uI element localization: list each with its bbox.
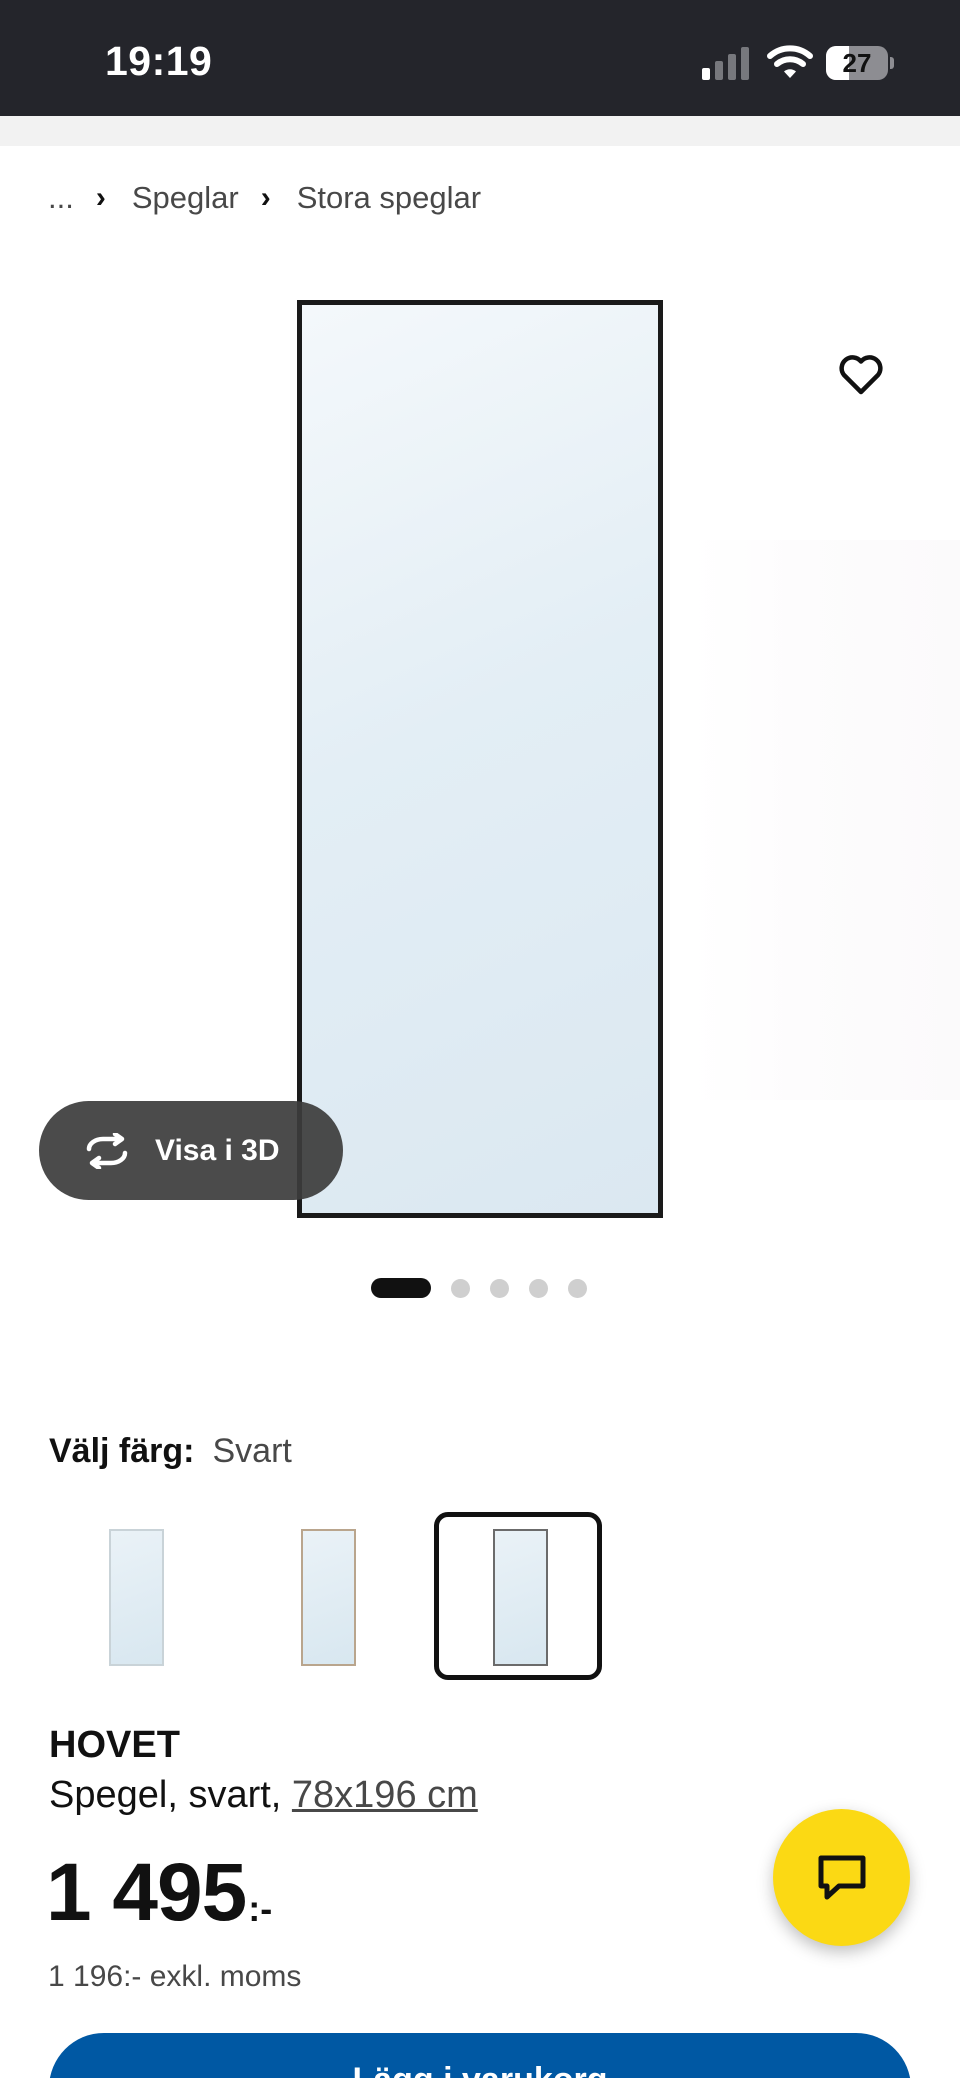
status-bar: 19:19 27 — [0, 0, 960, 116]
breadcrumb-item-speglar[interactable]: Speglar — [132, 180, 239, 216]
chat-bubble-icon — [818, 1855, 865, 1899]
breadcrumb: ... › Speglar › Stora speglar — [48, 176, 481, 220]
carousel-dot-active[interactable] — [371, 1278, 431, 1298]
breadcrumb-item-stora-speglar[interactable]: Stora speglar — [297, 180, 481, 216]
swatch-image — [109, 1529, 164, 1666]
heart-icon — [839, 355, 883, 395]
color-swatch-brown[interactable] — [242, 1512, 410, 1680]
view-3d-button[interactable]: Visa i 3D — [39, 1101, 343, 1200]
add-to-cart-button[interactable]: Lägg i varukorg — [49, 2033, 911, 2078]
swatch-image — [301, 1529, 356, 1666]
product-price: 1 495 :- — [46, 1852, 272, 1934]
cellular-signal-icon — [702, 46, 750, 80]
selected-color-value: Svart — [212, 1432, 292, 1470]
status-time: 19:19 — [105, 38, 213, 84]
color-swatch-white[interactable] — [50, 1512, 218, 1680]
breadcrumb-ellipsis[interactable]: ... — [48, 180, 74, 216]
carousel-dot[interactable] — [490, 1278, 509, 1298]
view-3d-label: Visa i 3D — [155, 1133, 280, 1167]
product-type: Spegel, svart, — [49, 1774, 292, 1816]
carousel-dot[interactable] — [568, 1278, 587, 1298]
chevron-right-icon: › — [260, 181, 271, 214]
battery-icon: 27 — [826, 46, 894, 80]
color-swatch-black[interactable] — [434, 1512, 602, 1680]
product-size-link[interactable]: 78x196 cm — [292, 1774, 478, 1816]
product-description: Spegel, svart, 78x196 cm — [49, 1774, 478, 1817]
price-amount: 1 495 — [46, 1847, 247, 1938]
header-strip — [0, 116, 960, 146]
product-image[interactable] — [297, 300, 663, 1218]
color-label-key: Välj färg: — [49, 1432, 195, 1470]
carousel-indicator — [371, 1278, 587, 1298]
battery-level: 27 — [842, 48, 872, 78]
color-selector-label: Välj färg: Svart — [49, 1432, 292, 1471]
carousel-dot[interactable] — [529, 1278, 548, 1298]
rotate-3d-icon — [86, 1132, 128, 1169]
chat-button[interactable] — [773, 1809, 910, 1946]
product-image-shadow — [690, 540, 960, 1100]
price-suffix: :- — [248, 1888, 273, 1929]
product-name: HOVET — [49, 1724, 180, 1766]
price-excl-vat: 1 196:- exkl. moms — [48, 1960, 302, 1993]
chevron-right-icon: › — [95, 181, 106, 214]
wifi-icon — [766, 44, 814, 80]
swatch-image — [493, 1529, 548, 1666]
carousel-dot[interactable] — [451, 1278, 470, 1298]
favorite-button[interactable] — [836, 350, 886, 400]
